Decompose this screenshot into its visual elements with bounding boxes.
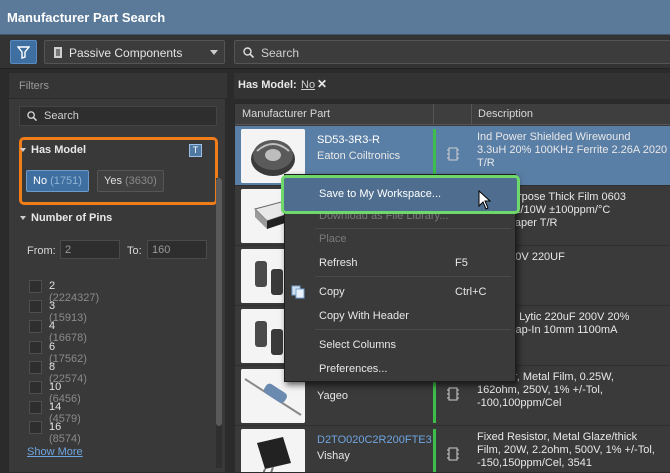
- save-to-workspace-label: Save to My Workspace...: [319, 188, 442, 200]
- menu-item-preferences[interactable]: Preferences...: [319, 363, 387, 375]
- pin-value: 8: [49, 361, 56, 373]
- column-divider[interactable]: [433, 104, 434, 125]
- menu-item-copy-with-header[interactable]: Copy With Header: [319, 310, 409, 322]
- pins-to-input[interactable]: 160: [147, 240, 207, 259]
- checkbox[interactable]: [29, 421, 42, 434]
- filters-search-placeholder: Search: [44, 110, 79, 122]
- pin-value: 2: [49, 280, 56, 292]
- checkbox[interactable]: [29, 280, 42, 293]
- description: Fixed Resistor, Metal Glaze/thick Film, …: [477, 431, 655, 470]
- menu-separator: [315, 276, 511, 277]
- window-titlebar: Manufacturer Part Search: [0, 0, 670, 35]
- checkbox[interactable]: [29, 361, 42, 374]
- collapse-triangle-icon: [20, 216, 26, 221]
- main-search-input[interactable]: Search: [234, 40, 670, 64]
- mouse-cursor-icon: [478, 190, 492, 210]
- column-divider[interactable]: [471, 104, 472, 125]
- active-filter-value[interactable]: No: [301, 79, 315, 91]
- checkbox[interactable]: [29, 300, 42, 313]
- checkbox[interactable]: [29, 401, 42, 414]
- active-filters-bar: Has Model: No ✕: [234, 73, 670, 99]
- column-header-description[interactable]: Description: [478, 108, 533, 120]
- refresh-shortcut: F5: [455, 257, 468, 269]
- toolbar: Passive Components Search: [0, 35, 670, 69]
- has-model-section-title[interactable]: Has Model: [20, 144, 86, 156]
- pin-value: 4: [49, 320, 56, 332]
- chip-count: (1751): [50, 175, 82, 187]
- manufacturer: Yageo: [317, 390, 348, 402]
- checkbox[interactable]: [29, 381, 42, 394]
- description: Ind Power Shielded Wirewound 3.3uH 20% 1…: [477, 131, 668, 170]
- copy-shortcut: Ctrl+C: [455, 286, 487, 298]
- model-status-bar: [433, 429, 436, 472]
- pin-value: 14: [49, 401, 62, 413]
- filters-search-input[interactable]: Search: [19, 106, 217, 126]
- manufacturer: Eaton Coiltronics: [317, 150, 401, 162]
- chip-label: No: [33, 175, 48, 187]
- column-header-manufacturer-part[interactable]: Manufacturer Part: [242, 108, 330, 120]
- pin-value: 3: [49, 300, 56, 312]
- has-model-no-chip[interactable]: No (1751): [26, 170, 89, 192]
- pin-value: 10: [49, 381, 62, 393]
- pins-section-title[interactable]: Number of Pins: [20, 212, 112, 224]
- has-model-title: Has Model: [31, 144, 87, 156]
- component-icon: [54, 47, 62, 58]
- filter-toggle-button[interactable]: [10, 40, 37, 64]
- menu-item-refresh[interactable]: Refresh: [319, 257, 358, 269]
- pins-from-label: From:: [27, 245, 56, 257]
- category-label: Passive Components: [69, 46, 183, 60]
- show-more-link[interactable]: Show More: [27, 446, 83, 458]
- chip-icon: [447, 147, 459, 161]
- chevron-down-icon: [210, 50, 218, 55]
- text-filter-icon[interactable]: T: [189, 144, 202, 157]
- part-thumbnail: [241, 429, 305, 472]
- window-title: Manufacturer Part Search: [7, 10, 166, 25]
- collapse-triangle-icon: [20, 148, 26, 153]
- chip-label: Yes: [104, 175, 122, 187]
- menu-item-copy[interactable]: Copy: [319, 286, 345, 298]
- filters-header: Filters: [9, 73, 227, 99]
- pins-from-input[interactable]: 2: [60, 240, 120, 259]
- menu-item-select-columns[interactable]: Select Columns: [319, 339, 396, 351]
- pin-value: 6: [49, 341, 56, 353]
- close-icon[interactable]: ✕: [317, 77, 327, 91]
- copy-icon: [291, 285, 305, 299]
- pin-value: 16: [49, 421, 62, 433]
- menu-separator: [315, 228, 511, 229]
- part-number[interactable]: SD53-3R3-R: [317, 134, 380, 146]
- power-resistor-image: [241, 429, 305, 472]
- pin-count: (8574): [49, 433, 81, 445]
- search-icon: [243, 47, 254, 58]
- filters-scrollbar-thumb[interactable]: [216, 178, 222, 426]
- chip-count: (3630): [125, 175, 157, 187]
- search-icon: [27, 111, 37, 121]
- active-filter-key: Has Model:: [238, 79, 297, 91]
- funnel-icon: [17, 45, 30, 59]
- menu-separator: [315, 329, 511, 330]
- pins-to-label: To:: [127, 245, 142, 257]
- filters-title: Filters: [19, 80, 49, 92]
- menu-item-place[interactable]: Place: [319, 233, 347, 245]
- chip-icon: [447, 447, 459, 461]
- part-number[interactable]: D2TO020C2R200FTE3: [317, 434, 432, 446]
- grid-header: Manufacturer Part Description: [235, 104, 670, 125]
- category-dropdown[interactable]: Passive Components: [44, 40, 225, 64]
- table-row[interactable]: D2TO020C2R200FTE3 Vishay Fixed Resistor,…: [235, 426, 670, 472]
- pins-title: Number of Pins: [31, 212, 113, 224]
- filters-panel: Filters Search Has Model T No (1751) Yes…: [8, 72, 227, 473]
- manufacturer: Vishay: [317, 450, 350, 462]
- has-model-yes-chip[interactable]: Yes (3630): [97, 170, 164, 192]
- checkbox[interactable]: [29, 320, 42, 333]
- main-search-placeholder: Search: [261, 46, 300, 60]
- checkbox[interactable]: [29, 341, 42, 354]
- chip-icon: [447, 387, 459, 401]
